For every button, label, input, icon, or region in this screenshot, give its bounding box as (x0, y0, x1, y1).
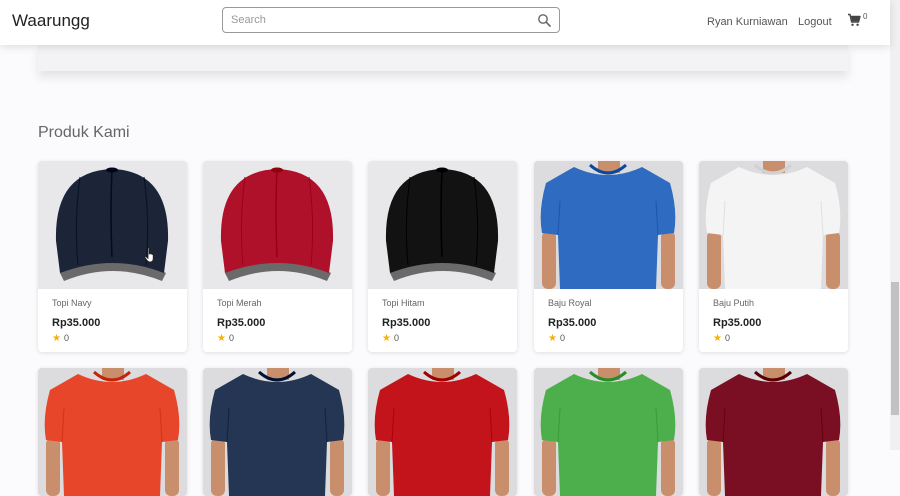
product-price: Rp35.000 (217, 317, 266, 329)
star-icon: ★ (548, 333, 557, 344)
brand-logo[interactable]: Waarungg (12, 11, 90, 31)
product-card[interactable] (368, 368, 517, 496)
section-title: Produk Kami (38, 124, 130, 141)
product-image[interactable] (38, 368, 187, 496)
cart-icon[interactable] (847, 13, 861, 27)
search-input[interactable] (223, 8, 521, 32)
product-name[interactable]: Topi Hitam (382, 298, 425, 308)
product-image[interactable] (699, 368, 848, 496)
product-card[interactable]: Baju Royal Rp35.000 ★ 0 (534, 161, 683, 352)
rating-count: 0 (393, 333, 399, 343)
star-icon: ★ (52, 333, 61, 344)
product-rating: ★ 0 (52, 333, 69, 344)
product-price: Rp35.000 (52, 317, 101, 329)
product-image[interactable] (699, 161, 848, 289)
product-name[interactable]: Topi Merah (217, 298, 262, 308)
product-image[interactable] (534, 161, 683, 289)
product-card[interactable] (203, 368, 352, 496)
rating-count: 0 (63, 333, 69, 343)
product-image[interactable] (368, 161, 517, 289)
product-price: Rp35.000 (548, 317, 597, 329)
user-name-link[interactable]: Ryan Kurniawan (707, 16, 788, 28)
product-image[interactable] (368, 368, 517, 496)
product-card[interactable]: Baju Putih Rp35.000 ★ 0 (699, 161, 848, 352)
scrollbar-thumb[interactable] (891, 282, 899, 415)
product-name[interactable]: Topi Navy (52, 298, 92, 308)
cart-count-badge: 0 (863, 12, 868, 21)
banner-carousel (38, 45, 848, 71)
mouse-pointer-icon (144, 247, 154, 263)
product-price: Rp35.000 (382, 317, 431, 329)
product-name[interactable]: Baju Putih (713, 298, 754, 308)
page-scrollbar[interactable] (890, 0, 900, 450)
star-icon: ★ (382, 333, 391, 344)
product-card[interactable] (699, 368, 848, 496)
rating-count: 0 (559, 333, 565, 343)
product-image[interactable] (203, 368, 352, 496)
product-price: Rp35.000 (713, 317, 762, 329)
product-card[interactable]: Topi Navy Rp35.000 ★ 0 (38, 161, 187, 352)
search-icon[interactable] (537, 13, 551, 27)
product-card[interactable]: Topi Hitam Rp35.000 ★ 0 (368, 161, 517, 352)
navbar: Waarungg Ryan Kurniawan Logout 0 (0, 0, 890, 45)
product-image[interactable] (38, 161, 187, 289)
product-card[interactable]: Topi Merah Rp35.000 ★ 0 (203, 161, 352, 352)
logout-link[interactable]: Logout (798, 16, 832, 28)
product-card[interactable] (534, 368, 683, 496)
product-image[interactable] (534, 368, 683, 496)
star-icon: ★ (217, 333, 226, 344)
product-rating: ★ 0 (713, 333, 730, 344)
product-card[interactable] (38, 368, 187, 496)
product-rating: ★ 0 (382, 333, 399, 344)
rating-count: 0 (228, 333, 234, 343)
product-name[interactable]: Baju Royal (548, 298, 592, 308)
product-image[interactable] (203, 161, 352, 289)
star-icon: ★ (713, 333, 722, 344)
rating-count: 0 (724, 333, 730, 343)
search-bar[interactable] (222, 7, 560, 33)
product-rating: ★ 0 (548, 333, 565, 344)
product-rating: ★ 0 (217, 333, 234, 344)
